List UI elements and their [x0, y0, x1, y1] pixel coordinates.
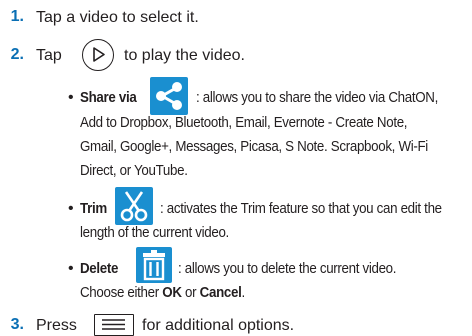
bullet: •: [68, 260, 74, 277]
step-text: Tap a video to select it.: [36, 9, 199, 26]
share-via-label: Share via: [80, 90, 137, 106]
bullet: •: [68, 89, 74, 106]
step-text-after: to play the video.: [124, 47, 245, 64]
step-text-before: Press: [36, 317, 77, 334]
share-desc-line2: Add to Dropbox, Bluetooth, Email, Everno…: [80, 115, 408, 131]
bullet: •: [68, 200, 74, 217]
menu-icon: [94, 314, 134, 336]
step-number: 2.: [10, 46, 24, 63]
share-icon: [150, 77, 188, 115]
share-desc-line4: Direct, or YouTube.: [80, 163, 188, 179]
step-number: 1.: [10, 8, 24, 25]
delete-desc-line1: : allows you to delete the current video…: [178, 261, 397, 277]
play-icon: [82, 39, 114, 71]
step-text-after: for additional options.: [142, 317, 295, 334]
ok-label: OK: [162, 285, 182, 301]
delete-desc-line2: Choose either OK or Cancel.: [80, 285, 245, 301]
trim-desc-line2: length of the current video.: [80, 225, 229, 241]
delete-label: Delete: [80, 261, 119, 277]
share-desc-line1: : allows you to share the video via Chat…: [196, 90, 438, 106]
trash-icon: [136, 247, 172, 283]
cancel-label: Cancel: [199, 285, 242, 301]
step-text-before: Tap: [36, 47, 62, 64]
trim-desc-line1: : activates the Trim feature so that you…: [160, 201, 442, 217]
scissors-icon: [115, 187, 153, 225]
step-number: 3.: [10, 316, 24, 333]
share-desc-line3: Gmail, Google+, Messages, Picasa, S Note…: [80, 139, 428, 155]
trim-label: Trim: [80, 201, 107, 217]
